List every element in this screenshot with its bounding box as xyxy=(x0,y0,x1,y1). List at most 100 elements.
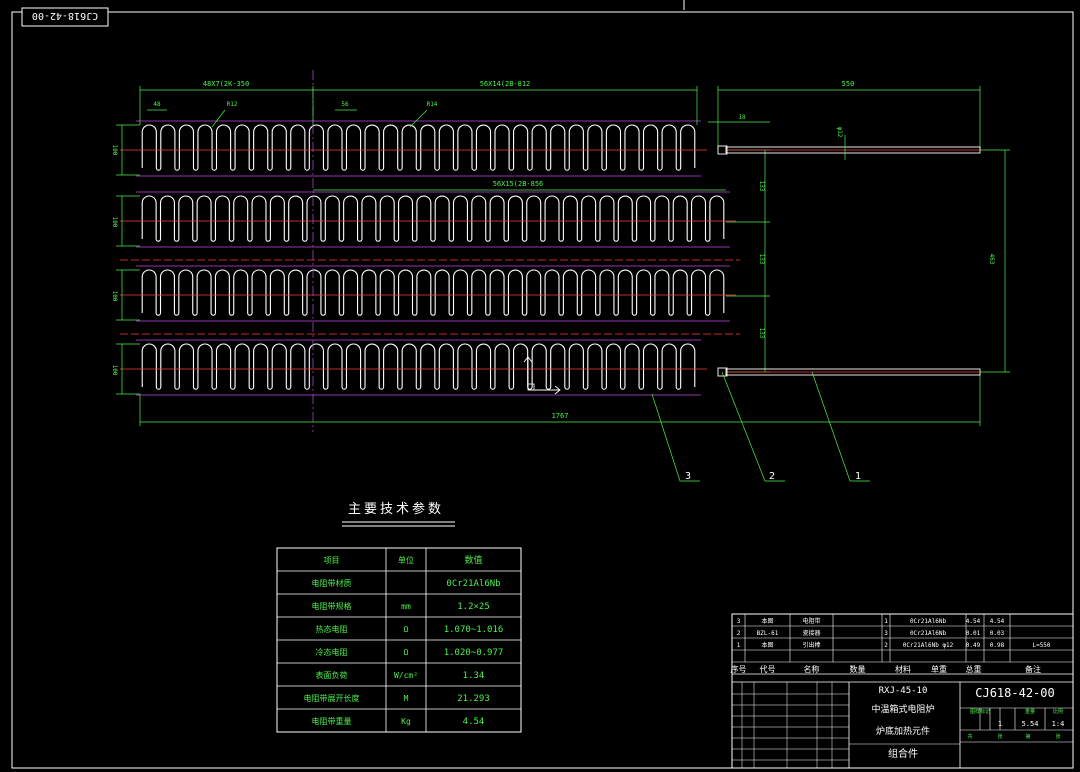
balloon-leader-3 xyxy=(651,393,700,482)
sheet-label-3: 第 xyxy=(1025,733,1030,740)
title-scale-label-1: 图样标记 xyxy=(970,708,990,715)
title-drawing-number: CJ618-42-00 xyxy=(975,686,1054,700)
spec-cell: 0Cr21Al6Nb xyxy=(446,579,500,589)
leader xyxy=(409,109,428,128)
sheet-label-2: 张 xyxy=(997,733,1002,740)
bom-cell: 0Cr21Al6Nb xyxy=(910,618,947,625)
bom-cell: 瓷接器 xyxy=(802,629,820,637)
title-weight: 5.54 xyxy=(1022,720,1039,728)
spec-cell: 电阻带材质 xyxy=(312,578,352,588)
spec-cell: 1.020~0.977 xyxy=(444,648,504,658)
bom-cell: 0.01 xyxy=(966,630,981,637)
bom-header-cell: 代号 xyxy=(760,664,776,674)
dim-top-left: 48X7(2K-350 xyxy=(203,80,249,88)
dim-total-height: 463 xyxy=(988,254,995,265)
spec-cell: 电阻带重量 xyxy=(312,716,352,726)
balloon-2: 2 xyxy=(769,471,775,482)
bom-cell: 电阻带 xyxy=(802,617,820,625)
title-block: RXJ-45-10 中温箱式电阻炉 炉底加热元件 组合件 CJ618-42-00… xyxy=(871,686,1064,760)
spec-cell: 21.293 xyxy=(457,694,490,704)
sheet-label-1: 共 xyxy=(967,733,972,740)
title-model: RXJ-45-10 xyxy=(879,686,928,696)
spec-table: 项目 单位 数值电阻带材质 0Cr21Al6Nb 电阻带规格 mm 1.2×25 热态电阻 Ω 1… xyxy=(276,547,522,733)
bom-cell: 本图 xyxy=(761,617,773,625)
spec-cell: 电阻带展开长度 xyxy=(304,693,360,703)
spec-cell: W/cm² xyxy=(394,671,418,680)
bom-cell: 0Cr21Al6Nb φ12 xyxy=(903,642,954,649)
bom-header-cell: 材料 xyxy=(895,664,911,674)
spec-cell: Ω xyxy=(404,648,409,657)
spec-cell: 表面负荷 xyxy=(316,670,348,680)
bom-cell: 引出棒 xyxy=(802,641,820,649)
spec-cell: 1.070~1.016 xyxy=(444,625,504,635)
leader xyxy=(211,109,226,128)
serpentine-band xyxy=(141,195,725,242)
spec-header-cell: 数值 xyxy=(464,554,482,566)
dim-radius-left: R12 xyxy=(227,101,238,108)
dim-spacing-3: 133 xyxy=(758,328,765,339)
bom-header-cell: 备注 xyxy=(1025,664,1041,674)
spec-cell: 电阻带规格 xyxy=(312,601,352,611)
dim-lead: 18 xyxy=(738,114,746,121)
bom-cell: 3 xyxy=(884,630,888,637)
bom-cell: L=550 xyxy=(1032,642,1050,649)
spec-cell: M xyxy=(404,694,409,703)
bom-header-cell: 单重 xyxy=(931,664,947,674)
title-scale-label-3: 比例 xyxy=(1053,708,1063,715)
bom-cell: 4.54 xyxy=(966,618,981,625)
bom-cell: 0Cr21Al6Nb xyxy=(910,630,947,637)
balloon-leader-2 xyxy=(721,371,785,482)
dim-spacing-2: 133 xyxy=(758,254,765,265)
bom-header-cell: 总重 xyxy=(966,664,982,674)
dim-overall-length: 1767 xyxy=(552,412,569,420)
title-qty: 1 xyxy=(998,720,1002,728)
serpentine-band xyxy=(141,343,696,390)
dim-right-top: 550 xyxy=(842,80,855,88)
title-name-3: 组合件 xyxy=(888,747,918,760)
spec-cell: 冷态电阻 xyxy=(316,647,348,657)
cad-drawing: CJ618-42-00 48X7(2K-350 56X14(2B-812 550… xyxy=(11,0,1074,769)
bom-header-cell: 序号 xyxy=(731,664,747,674)
spec-cell: 热态电阻 xyxy=(316,624,348,634)
spec-cell: 4.54 xyxy=(463,717,485,727)
bom-cell: 0.03 xyxy=(990,630,1005,637)
bom-cell: 4.54 xyxy=(990,618,1005,625)
bom-cell: 0.98 xyxy=(990,642,1005,649)
bom-cell: 3 xyxy=(737,618,741,625)
dim-top-mid: 56X14(2B-812 xyxy=(480,80,531,88)
dim-rod-diameter: φ12 xyxy=(836,127,843,138)
dim-pitch-left: 48 xyxy=(153,101,161,108)
dim-row-height-1: 100 xyxy=(111,145,118,156)
dim-radius-mid: R14 xyxy=(427,101,438,108)
bom-cell: 2 xyxy=(737,630,741,637)
spec-header-cell: 单位 xyxy=(398,555,414,565)
dim-row-height-4: 100 xyxy=(111,365,118,376)
bom-header-cell: 名称 xyxy=(804,664,820,674)
bom-cell: BZL-61 xyxy=(757,630,779,637)
ucs-axis-icon xyxy=(523,356,561,395)
drawing-code-tag: CJ618-42-00 xyxy=(32,10,98,21)
bom-cell: 0.49 xyxy=(966,642,981,649)
balloon-3: 3 xyxy=(685,471,691,482)
spec-cell: 1.2×25 xyxy=(457,602,490,612)
spec-cell: Ω xyxy=(404,625,409,634)
balloon-leader-1 xyxy=(811,371,870,482)
dim-row-height-3: 100 xyxy=(111,291,118,302)
bom-cell: 本图 xyxy=(761,641,773,649)
serpentine-band xyxy=(141,124,696,171)
sheet-label-4: 张 xyxy=(1055,733,1060,740)
spec-cell: Kg xyxy=(401,717,411,726)
spec-cell: mm xyxy=(401,602,411,611)
spec-table-title: 主要技术参数 xyxy=(348,501,444,517)
bom-cell: 1 xyxy=(737,642,741,649)
dim-pitch-mid: 56 xyxy=(341,101,349,108)
balloon-1: 1 xyxy=(855,471,861,482)
title-name-1: 中温箱式电阻炉 xyxy=(871,703,934,715)
dim-second-row: 56X15(2B-856 xyxy=(493,180,544,188)
bom-header-cell: 数量 xyxy=(850,664,866,674)
dim-spacing-1: 133 xyxy=(758,181,765,192)
spec-cell: 1.34 xyxy=(463,671,485,681)
bom-cell: 2 xyxy=(884,642,888,649)
title-name-2: 炉底加热元件 xyxy=(876,725,930,737)
spec-header-cell: 项目 xyxy=(324,556,340,565)
